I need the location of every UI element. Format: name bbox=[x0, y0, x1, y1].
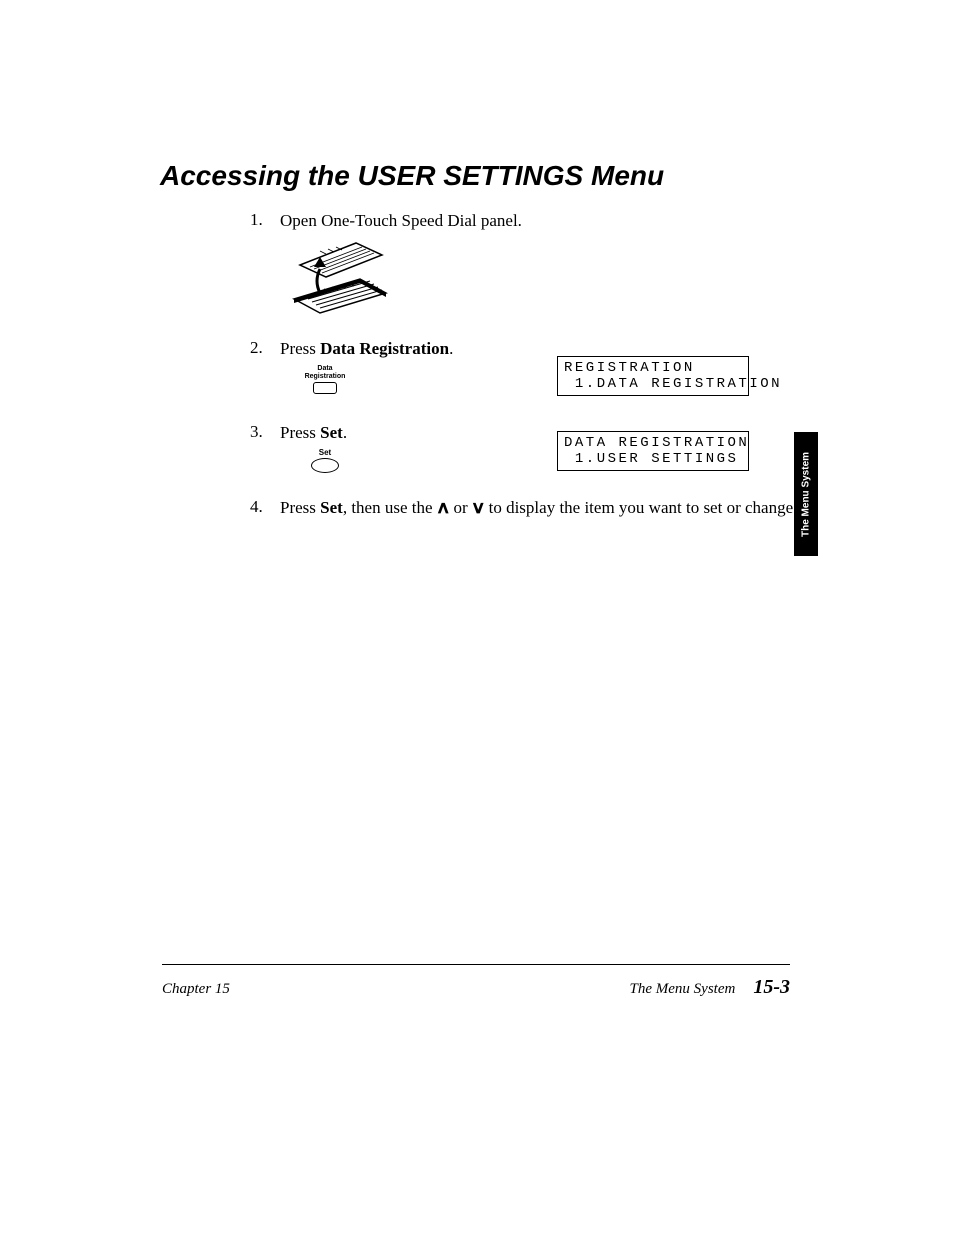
step-text: Press Set, then use the ∧ or ∨ to displa… bbox=[280, 497, 810, 520]
data-registration-button-icon: Data Registration bbox=[300, 365, 350, 394]
set-button-icon: Set bbox=[300, 449, 350, 473]
footer-rule bbox=[162, 964, 790, 965]
speed-dial-panel-illustration bbox=[290, 239, 810, 320]
button-label: Set bbox=[300, 449, 350, 457]
button-shape-ellipse bbox=[311, 458, 339, 473]
footer-page-number: 15-3 bbox=[753, 976, 790, 998]
footer: Chapter 15 The Menu System 15-3 bbox=[162, 976, 790, 999]
step-number: 1. bbox=[250, 210, 280, 230]
down-arrow-icon: ∨ bbox=[471, 497, 486, 520]
step-number: 4. bbox=[250, 497, 280, 517]
step-number: 3. bbox=[250, 422, 280, 442]
up-arrow-icon: ∧ bbox=[436, 497, 451, 520]
lcd-display-1: REGISTRATION 1.DATA REGISTRATION bbox=[557, 356, 749, 396]
button-shape-rect bbox=[313, 382, 337, 394]
step-number: 2. bbox=[250, 338, 280, 358]
footer-chapter: Chapter 15 bbox=[162, 981, 230, 998]
page: Accessing the USER SETTINGS Menu 1. Open… bbox=[0, 0, 954, 1235]
step-text: Open One-Touch Speed Dial panel. bbox=[280, 210, 810, 233]
side-tab: The Menu System bbox=[794, 432, 818, 556]
page-heading: Accessing the USER SETTINGS Menu bbox=[160, 160, 664, 192]
button-label-line2: Registration bbox=[300, 373, 350, 380]
lcd-display-2: DATA REGISTRATION 1.USER SETTINGS bbox=[557, 431, 749, 471]
step-1: 1. Open One-Touch Speed Dial panel. bbox=[250, 210, 810, 320]
button-label-line1: Data bbox=[300, 365, 350, 372]
footer-section: The Menu System bbox=[630, 981, 736, 997]
step-4: 4. Press Set, then use the ∧ or ∨ to dis… bbox=[250, 497, 810, 520]
footer-right: The Menu System 15-3 bbox=[630, 976, 790, 999]
